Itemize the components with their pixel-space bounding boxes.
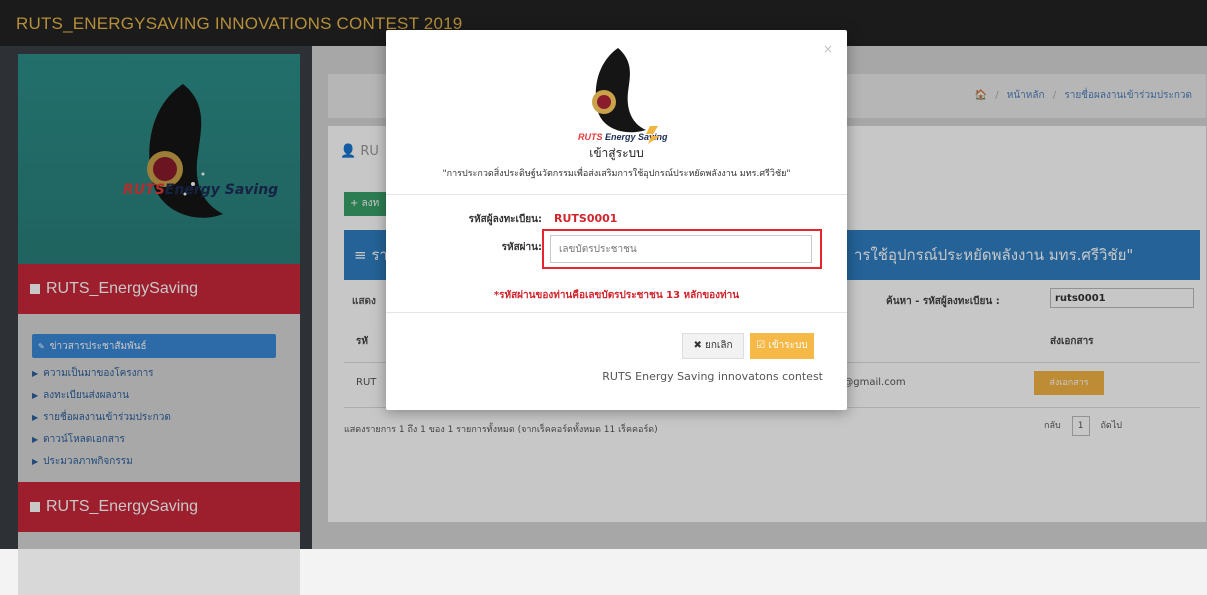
password-field-highlight — [542, 229, 822, 269]
registrant-code-label: รหัสผู้ลงทะเบียน: — [468, 214, 542, 225]
modal-footer-text: RUTS Energy Saving innovatons contest — [602, 370, 823, 383]
divider — [386, 194, 847, 195]
modal-title: เข้าสู่ระบบ — [589, 146, 644, 160]
password-input[interactable] — [550, 235, 812, 263]
login-button[interactable]: ☑ เข้าระบบ — [750, 333, 814, 359]
modal-subtitle: "การประกวดสิ่งประดิษฐ์นวัตกรรมเพื่อส่งเส… — [442, 169, 791, 179]
login-modal: × RUTS Energy Saving เข้าสู่ระบบ "การประ… — [386, 30, 847, 410]
cancel-button[interactable]: ✖ ยกเลิก — [682, 333, 744, 359]
divider — [386, 312, 847, 313]
password-hint: *รหัสผ่านของท่านคือเลขบัตรประชาชน 13 หลั… — [493, 290, 740, 301]
registrant-code-value: RUTS0001 — [554, 212, 618, 225]
password-label: รหัสผ่าน: — [501, 242, 542, 253]
close-icon[interactable]: × — [823, 42, 833, 56]
contest-logo: RUTS Energy Saving — [578, 48, 668, 144]
